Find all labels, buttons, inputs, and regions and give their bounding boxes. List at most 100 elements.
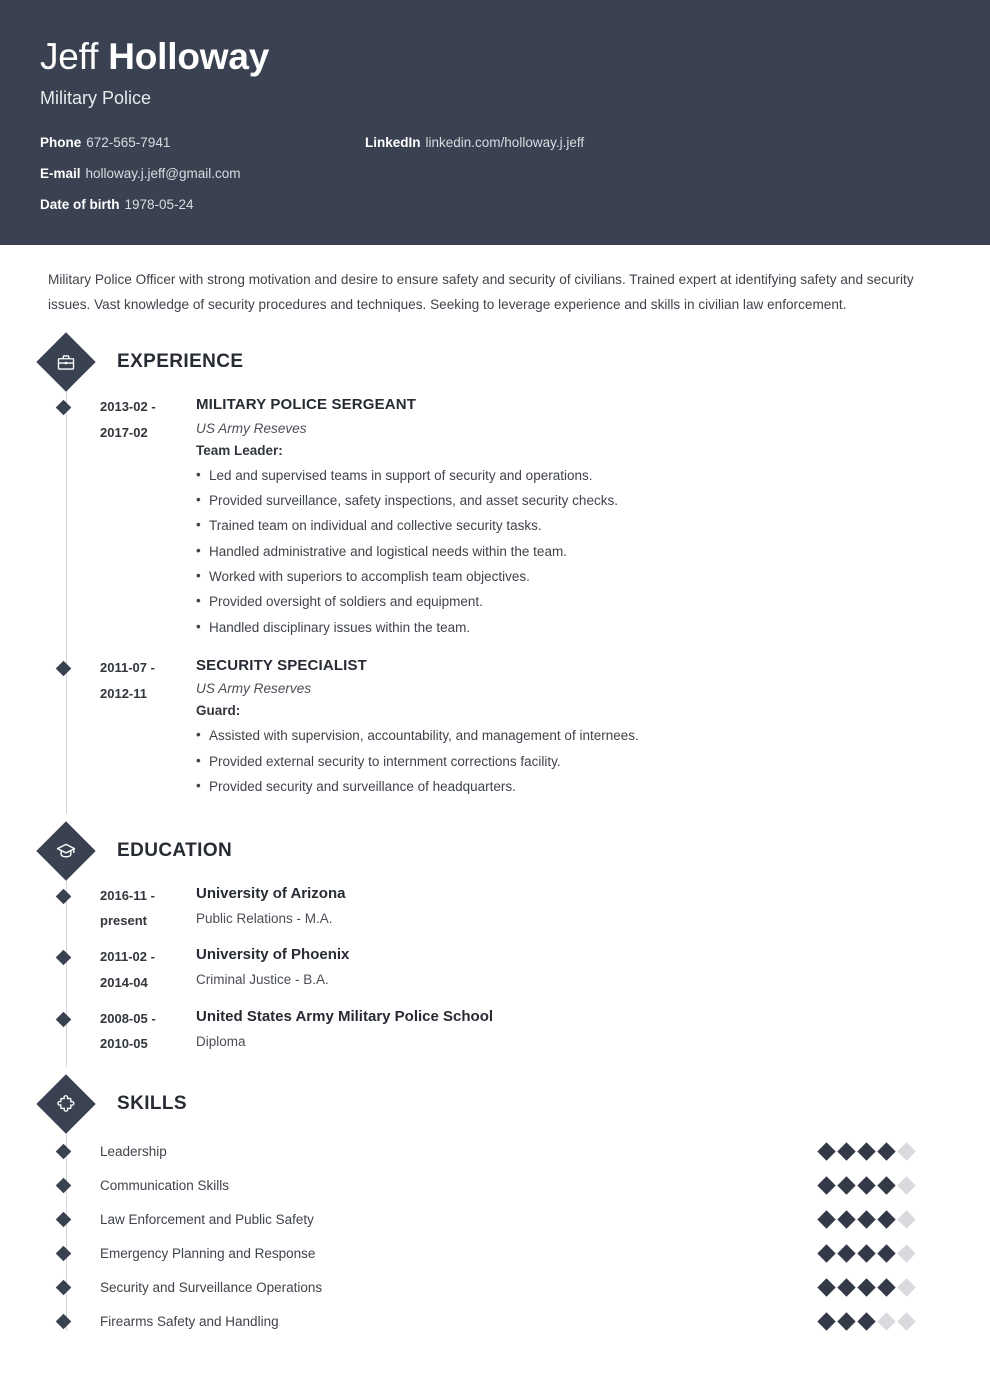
- education-date-from: 2016-11 -: [100, 887, 155, 903]
- experience-date-from: 2013-02 -: [100, 399, 156, 415]
- contact-email-value[interactable]: holloway.j.jeff@gmail.com: [86, 166, 241, 181]
- experience-title: EXPERIENCE: [117, 351, 244, 373]
- education-degree: Criminal Justice - B.A.: [196, 972, 329, 988]
- skill-rating: [817, 1210, 916, 1229]
- skill-row: Firearms Safety and Handling: [100, 1305, 950, 1339]
- rating-diamond-filled: [857, 1142, 876, 1161]
- skill-row: Emergency Planning and Response: [100, 1237, 950, 1271]
- rating-diamond-filled: [817, 1142, 836, 1161]
- education-degree: Diploma: [196, 1034, 246, 1050]
- resume-page: Jeff Holloway Military Police Phone 672-5…: [0, 0, 990, 1400]
- education-section-header: EDUCATION: [36, 820, 950, 881]
- skill-rating: [817, 1278, 916, 1297]
- skill-row: Security and Surveillance Operations: [100, 1271, 950, 1305]
- education-title: EDUCATION: [117, 839, 233, 861]
- experience-section: EXPERIENCE 2013-02 - 2017-02 MILITARY PO…: [36, 332, 950, 814]
- experience-bullet: Assisted with supervision, accountabilit…: [196, 722, 950, 748]
- experience-bullet: Provided oversight of soldiers and equip…: [196, 588, 950, 614]
- experience-date-from: 2011-07 -: [100, 660, 155, 676]
- contact-linkedin: LinkedIn linkedin.com/holloway.j.jeff: [365, 135, 584, 150]
- experience-bullet: Led and supervised teams in support of s…: [196, 462, 950, 488]
- rating-diamond-filled: [877, 1210, 896, 1229]
- experience-position: MILITARY POLICE SERGEANT: [196, 396, 417, 414]
- rating-diamond-filled: [837, 1312, 856, 1331]
- education-content: University of Phoenix Criminal Justice -…: [196, 943, 950, 995]
- experience-role: Guard:: [196, 703, 241, 719]
- rating-diamond-filled: [837, 1244, 856, 1263]
- education-dates: 2011-02 - 2014-04: [100, 943, 196, 995]
- education-date-to: 2010-05: [100, 1036, 148, 1052]
- briefcase-icon: [36, 332, 96, 392]
- education-date-from: 2011-02 -: [100, 949, 155, 965]
- graduation-cap-icon: [36, 820, 96, 881]
- rating-diamond-filled: [877, 1142, 896, 1161]
- professional-summary: Military Police Officer with strong moti…: [48, 272, 914, 313]
- skills-title: SKILLS: [117, 1092, 187, 1114]
- candidate-job-title: Military Police: [40, 87, 152, 108]
- skill-row: Law Enforcement and Public Safety: [100, 1203, 950, 1237]
- skill-name: Law Enforcement and Public Safety: [100, 1212, 314, 1228]
- rating-diamond-filled: [857, 1244, 876, 1263]
- education-date-to: 2014-04: [100, 974, 148, 990]
- education-date-to: present: [100, 912, 147, 928]
- rating-diamond-empty: [897, 1244, 916, 1263]
- contact-email: E-mail holloway.j.jeff@gmail.com: [40, 166, 370, 181]
- experience-position: SECURITY SPECIALIST: [196, 657, 367, 675]
- rating-diamond-filled: [817, 1176, 836, 1195]
- rating-diamond-filled: [857, 1278, 876, 1297]
- experience-content: SECURITY SPECIALIST US Army Reserves Gua…: [196, 654, 950, 799]
- experience-role: Team Leader:: [196, 442, 283, 458]
- contact-dob-value: 1978-05-24: [124, 196, 194, 212]
- skills-section: SKILLS Leadership Communication Skills L…: [36, 1073, 950, 1339]
- rating-diamond-filled: [837, 1278, 856, 1297]
- resume-body: Military Police Officer with strong moti…: [0, 245, 990, 1339]
- contact-column-right: LinkedIn linkedin.com/holloway.j.jeff: [365, 135, 584, 166]
- experience-content: MILITARY POLICE SERGEANT US Army Reseves…: [196, 393, 950, 640]
- education-timeline: 2016-11 - present University of Arizona …: [40, 871, 950, 1067]
- rating-diamond-filled: [837, 1142, 856, 1161]
- contact-details: Phone 672-565-7941 E-mail holloway.j.jeff@…: [40, 135, 950, 212]
- experience-date-to: 2012-11: [100, 685, 147, 701]
- contact-column-left: Phone 672-565-7941 E-mail holloway.j.jeff@…: [40, 135, 370, 212]
- experience-bullet: Trained team on individual and collectiv…: [196, 512, 950, 538]
- rating-diamond-empty: [897, 1278, 916, 1297]
- contact-phone-value[interactable]: 672-565-7941: [86, 135, 170, 150]
- skill-rating: [817, 1312, 916, 1331]
- rating-diamond-filled: [837, 1176, 856, 1195]
- contact-phone-label: Phone: [40, 134, 82, 150]
- experience-item: 2013-02 - 2017-02 MILITARY POLICE SERGEA…: [100, 393, 950, 654]
- skill-name: Communication Skills: [100, 1178, 230, 1194]
- experience-dates: 2013-02 - 2017-02: [100, 393, 196, 640]
- first-name: Jeff: [40, 36, 99, 77]
- skill-name: Leadership: [100, 1144, 167, 1160]
- skills-section-header: SKILLS: [36, 1073, 950, 1134]
- experience-item: 2011-07 - 2012-11 SECURITY SPECIALIST US…: [100, 654, 950, 813]
- experience-dates: 2011-07 - 2012-11: [100, 654, 196, 799]
- rating-diamond-empty: [897, 1312, 916, 1331]
- experience-timeline: 2013-02 - 2017-02 MILITARY POLICE SERGEA…: [40, 383, 950, 814]
- rating-diamond-filled: [817, 1244, 836, 1263]
- puzzle-piece-icon: [36, 1073, 96, 1134]
- experience-company: US Army Reserves: [196, 681, 312, 697]
- contact-dob: Date of birth 1978-05-24: [40, 197, 370, 212]
- education-item: 2008-05 - 2010-05 United States Army Mil…: [100, 1005, 950, 1067]
- skill-name: Firearms Safety and Handling: [100, 1314, 279, 1330]
- rating-diamond-empty: [897, 1142, 916, 1161]
- rating-diamond-filled: [877, 1278, 896, 1297]
- experience-company: US Army Reseves: [196, 420, 307, 436]
- candidate-name: Jeff Holloway: [40, 36, 950, 79]
- education-degree: Public Relations - M.A.: [196, 910, 333, 926]
- skill-row: Communication Skills: [100, 1169, 950, 1203]
- education-school: University of Arizona: [196, 884, 346, 902]
- skill-row: Leadership: [100, 1135, 950, 1169]
- experience-bullet: Worked with superiors to accomplish team…: [196, 563, 950, 589]
- education-item: 2016-11 - present University of Arizona …: [100, 882, 950, 944]
- contact-phone: Phone 672-565-7941: [40, 135, 370, 150]
- education-dates: 2016-11 - present: [100, 882, 196, 934]
- education-item: 2011-02 - 2014-04 University of Phoenix …: [100, 943, 950, 1005]
- rating-diamond-filled: [837, 1210, 856, 1229]
- education-dates: 2008-05 - 2010-05: [100, 1005, 196, 1057]
- education-date-from: 2008-05 -: [100, 1010, 156, 1026]
- contact-linkedin-value[interactable]: linkedin.com/holloway.j.jeff: [426, 135, 585, 150]
- contact-email-label: E-mail: [40, 165, 81, 181]
